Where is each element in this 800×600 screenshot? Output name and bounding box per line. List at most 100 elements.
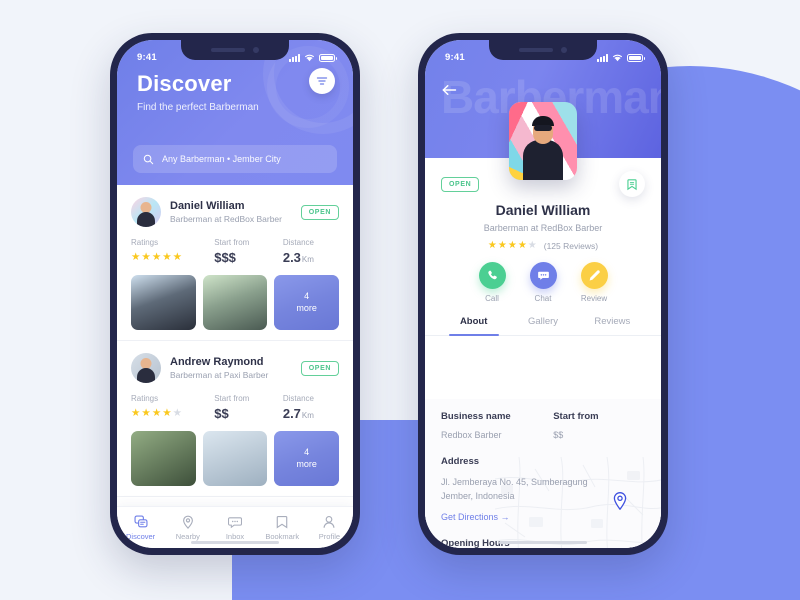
gallery-thumbnail-more[interactable]: 4 more: [274, 431, 340, 486]
status-badge: OPEN: [300, 204, 339, 220]
map-marker[interactable]: [613, 492, 627, 515]
sidebar-item-discover[interactable]: Discover: [117, 514, 164, 541]
gallery-thumbnail[interactable]: [202, 431, 268, 486]
card-stats: Ratings ★★★★★ Start from $$ Distance 2.7…: [131, 394, 339, 421]
person-icon: [306, 514, 353, 529]
distance-unit: Km: [301, 411, 314, 420]
price-value: $$$: [214, 250, 236, 265]
pencil-icon: [589, 270, 600, 281]
detail-body: OPEN Daniel William Barberman at RedBox …: [425, 158, 661, 548]
sidebar-item-profile[interactable]: Profile: [306, 514, 353, 541]
tab-reviews[interactable]: Reviews: [578, 316, 647, 335]
notch: [181, 40, 289, 60]
screenshot-canvas: 9:41 Discover Find the perfect Barberman: [0, 0, 800, 600]
gallery-thumbnail-more[interactable]: 4 more: [274, 275, 340, 330]
gallery-thumbnail[interactable]: [202, 275, 268, 330]
phone-icon: [487, 270, 497, 280]
profile-photo: [509, 102, 577, 180]
stat-label: Start from: [214, 394, 250, 403]
field-label: Start from: [553, 411, 599, 422]
call-button[interactable]: Call: [478, 262, 506, 303]
tab-about[interactable]: About: [439, 316, 508, 336]
sidebar-item-bookmark[interactable]: Bookmark: [259, 514, 306, 541]
phone-discover: 9:41 Discover Find the perfect Barberman: [110, 33, 360, 555]
distance-number: 2.3: [282, 250, 301, 265]
stat-price: Start from $$: [214, 394, 283, 421]
star-rating: ★★★★★: [487, 240, 538, 251]
map-pin-icon: [613, 492, 627, 511]
field-label: Business name: [441, 411, 511, 422]
action-label: Call: [485, 294, 499, 303]
barber-list[interactable]: Daniel William Barberman at RedBox Barbe…: [117, 185, 353, 506]
discover-icon: [117, 514, 164, 529]
action-label: Chat: [534, 294, 552, 303]
discover-screen: 9:41 Discover Find the perfect Barberman: [117, 40, 353, 548]
status-icons: [597, 53, 645, 62]
bookmark-icon: [627, 178, 637, 190]
sidebar-item-nearby[interactable]: Nearby: [164, 514, 211, 541]
detail-tabs: About Gallery Reviews: [425, 316, 661, 336]
signal-icon: [597, 53, 608, 62]
stat-label: Ratings: [131, 394, 159, 403]
start-from-field: Start from $$: [553, 411, 645, 440]
filter-button[interactable]: [309, 68, 335, 94]
search-placeholder-text: Any Barberman • Jember City: [162, 154, 281, 164]
wifi-icon: [613, 54, 622, 61]
wifi-icon: [305, 54, 314, 61]
star-rating: ★★★★★: [131, 407, 184, 419]
location-pin-icon: [164, 514, 211, 529]
list-item[interactable]: Andrew Raymond Barberman at Paxi Barber …: [117, 341, 353, 497]
list-item[interactable]: Daniel William Barberman at RedBox Barbe…: [117, 185, 353, 341]
thumbnail-row: 4 more: [131, 275, 340, 330]
bookmark-icon: [259, 514, 306, 529]
status-time: 9:41: [137, 51, 157, 63]
tab-label: Bookmark: [265, 532, 300, 541]
about-panel[interactable]: Business name Redbox Barber Start from $…: [425, 399, 661, 548]
card-stats: Ratings ★★★★★ Start from $$$ Distance 2.…: [131, 238, 339, 265]
status-badge: OPEN: [300, 360, 339, 376]
stat-label: Ratings: [131, 238, 159, 247]
call-icon-circle: [478, 262, 506, 289]
battery-icon: [627, 53, 645, 62]
stat-label: Distance: [282, 394, 314, 403]
star-rating: ★★★★★: [131, 251, 184, 263]
signal-icon: [289, 53, 300, 62]
tab-gallery[interactable]: Gallery: [508, 316, 577, 335]
more-label: more: [296, 458, 317, 469]
review-button[interactable]: Review: [580, 262, 608, 303]
distance-number: 2.7: [282, 406, 301, 421]
bookmark-button[interactable]: [619, 171, 645, 197]
photo-sunglasses: [534, 125, 552, 131]
avatar-body: [137, 368, 155, 383]
speaker-grille: [519, 48, 553, 52]
tab-label: Discover: [126, 532, 156, 541]
review-icon-circle: [580, 262, 608, 289]
search-input[interactable]: Any Barberman • Jember City: [133, 145, 337, 173]
business-info-row: Business name Redbox Barber Start from $…: [441, 411, 645, 440]
gallery-thumbnail[interactable]: [131, 275, 196, 330]
card-identity: Andrew Raymond Barberman at Paxi Barber: [170, 356, 268, 380]
avatar-body: [137, 212, 155, 227]
gallery-thumbnail[interactable]: [131, 431, 196, 486]
front-camera: [253, 47, 259, 53]
review-count: (125 Reviews): [543, 240, 599, 251]
card-header: Andrew Raymond Barberman at Paxi Barber …: [131, 353, 339, 383]
more-count: 4: [304, 291, 310, 302]
barber-name: Daniel William: [170, 200, 245, 212]
barber-name: Andrew Raymond: [170, 356, 264, 368]
address-heading: Address: [441, 456, 480, 467]
back-button[interactable]: [442, 84, 457, 99]
filter-icon: [316, 77, 328, 85]
sidebar-item-inbox[interactable]: Inbox: [211, 514, 258, 541]
tab-label: Profile: [318, 532, 341, 541]
card-identity: Daniel William Barberman at RedBox Barbe…: [170, 200, 282, 224]
barber-role: Barberman at RedBox Barber: [170, 214, 282, 224]
avatar: [131, 197, 161, 227]
status-badge: OPEN: [441, 176, 480, 192]
more-label: more: [296, 302, 317, 313]
more-overlay: 4 more: [274, 431, 340, 486]
action-buttons: Call Chat Review: [425, 262, 661, 303]
message-icon: [211, 514, 258, 529]
stat-distance: Distance 2.3Km: [283, 238, 339, 265]
chat-button[interactable]: Chat: [529, 262, 557, 303]
